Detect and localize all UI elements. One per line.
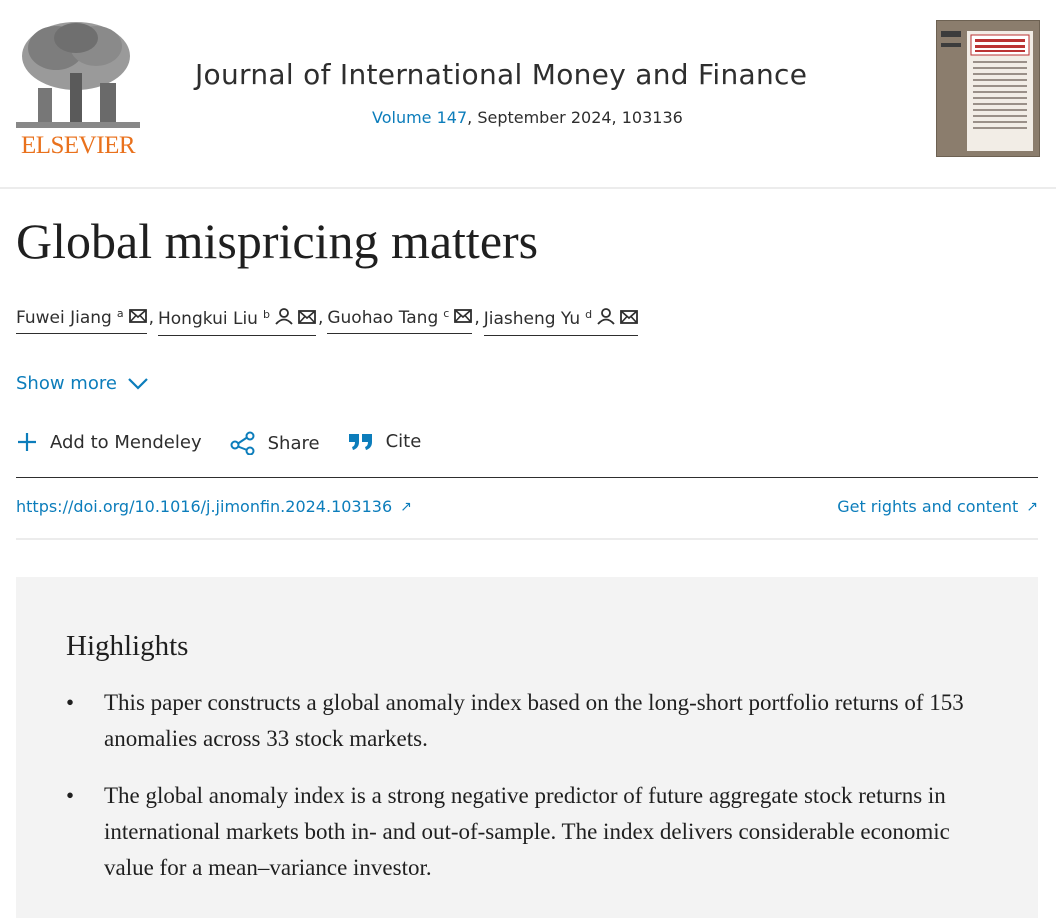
highlights-section: Highlights • This paper constructs a glo… [16, 577, 1038, 918]
cite-label: Cite [385, 431, 422, 452]
volume-link[interactable]: Volume 147 [372, 108, 467, 127]
affiliation-marker: b [262, 307, 270, 321]
person-icon [597, 308, 615, 330]
affiliation-marker: c [443, 306, 450, 320]
author-separator: , [148, 308, 154, 328]
cite-button[interactable]: Cite [348, 431, 422, 452]
add-mendeley-label: Add to Mendeley [50, 431, 202, 453]
elsevier-wordmark: ELSEVIER [20, 132, 136, 159]
highlight-text: This paper constructs a global anomaly i… [104, 690, 964, 751]
issue-date: , September 2024, 103136 [467, 108, 683, 127]
plus-icon [18, 433, 36, 451]
mail-icon[interactable] [454, 308, 473, 328]
author-separator: , [474, 308, 480, 328]
bullet: • [66, 690, 75, 715]
author-name: Hongkui Liu [158, 309, 258, 329]
highlight-item: • The global anomaly index is a strong n… [66, 778, 996, 886]
external-link-icon: ↗ [1026, 498, 1038, 515]
author-link[interactable]: Jiasheng Yu d [483, 307, 639, 336]
highlights-list: • This paper constructs a global anomaly… [66, 685, 996, 907]
article-toolbar: Add to Mendeley Share Cite [16, 431, 1038, 478]
author-name: Guohao Tang [327, 308, 439, 328]
journal-title[interactable]: Journal of International Money and Finan… [195, 58, 895, 91]
quote-icon [348, 433, 372, 450]
section-divider [16, 538, 1038, 540]
author-name: Fuwei Jiang [16, 308, 112, 328]
article-title: Global mispricing matters [16, 213, 539, 269]
share-label: Share [267, 432, 320, 454]
doi-link[interactable]: https://doi.org/10.1016/j.jimonfin.2024.… [16, 497, 412, 516]
rights-text: Get rights and content [837, 497, 1019, 516]
add-to-mendeley-button[interactable]: Add to Mendeley [16, 431, 202, 453]
affiliation-marker: d [585, 307, 593, 321]
affiliation-marker: a [116, 306, 124, 320]
journal-issue-info: Volume 147, September 2024, 103136 [372, 108, 683, 127]
show-more-label: Show more [16, 373, 117, 394]
author-list: Fuwei Jiang a , Hongkui Liu b , Guohao T… [16, 306, 639, 340]
mail-icon[interactable] [128, 308, 147, 328]
chevron-down-icon [128, 378, 148, 390]
highlights-title: Highlights [66, 630, 189, 662]
show-more-button[interactable]: Show more [16, 373, 149, 394]
author-link[interactable]: Fuwei Jiang a [16, 306, 147, 334]
bullet: • [66, 783, 75, 808]
journal-header: ELSEVIER Journal of International Money … [0, 0, 1056, 189]
doi-text: https://doi.org/10.1016/j.jimonfin.2024.… [16, 497, 393, 516]
highlight-text: The global anomaly index is a strong neg… [104, 783, 950, 880]
journal-cover-thumbnail[interactable] [936, 20, 1040, 157]
author-link[interactable]: Guohao Tang c [327, 306, 473, 334]
external-link-icon: ↗ [400, 498, 412, 515]
person-icon [275, 308, 293, 330]
mail-icon[interactable] [298, 309, 316, 329]
share-button[interactable]: Share [230, 431, 320, 455]
mail-icon[interactable] [620, 309, 639, 329]
author-link[interactable]: Hongkui Liu b [158, 308, 316, 336]
author-name: Jiasheng Yu [483, 309, 581, 329]
share-icon [230, 431, 255, 455]
rights-link[interactable]: Get rights and content ↗ [837, 497, 1038, 516]
highlight-item: • This paper constructs a global anomaly… [66, 685, 996, 757]
author-separator: , [317, 308, 324, 328]
